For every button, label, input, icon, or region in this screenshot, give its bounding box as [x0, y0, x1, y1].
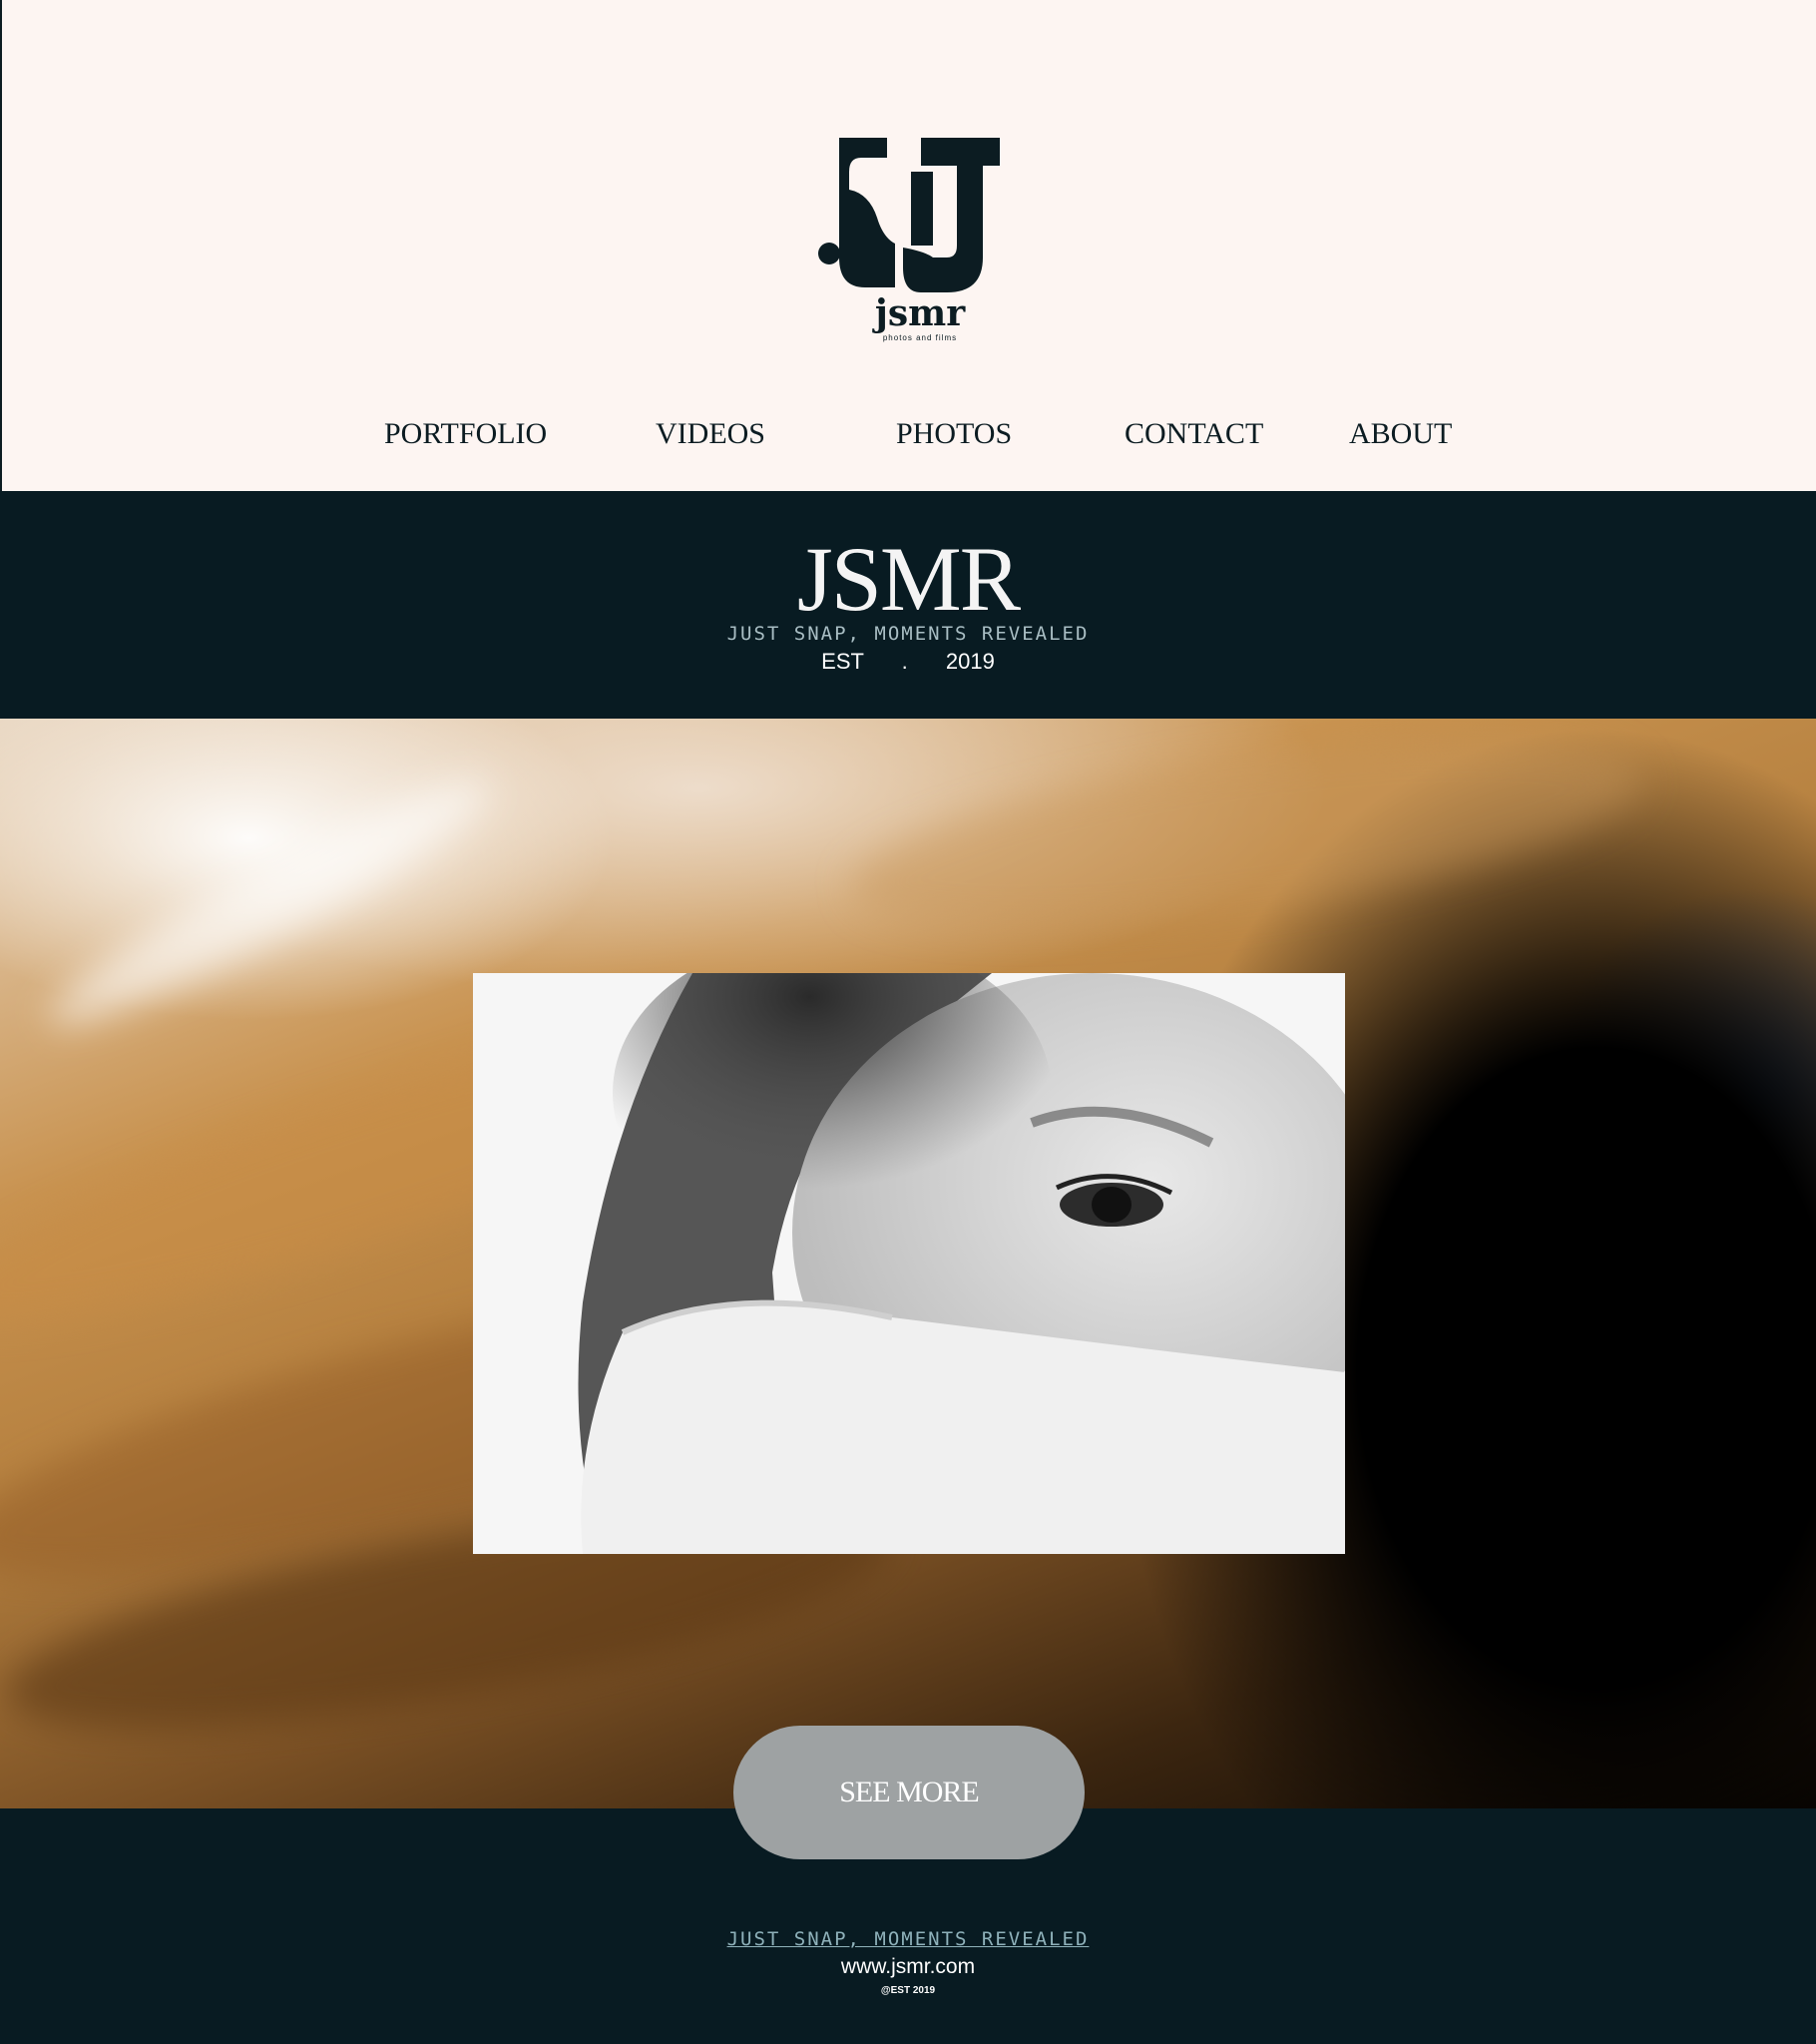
- nav-portfolio[interactable]: PORTFOLIO: [384, 417, 547, 451]
- footer-tagline-link[interactable]: JUST SNAP, MOMENTS REVEALED: [0, 1928, 1816, 1950]
- logo-wordmark: jsmr: [874, 292, 966, 334]
- footer-url: www.jsmr.com: [840, 1955, 976, 1978]
- see-more-button[interactable]: SEE MORE: [733, 1726, 1085, 1859]
- nav-photos[interactable]: PHOTOS: [896, 417, 1012, 451]
- portrait-photo-icon: [473, 973, 1345, 1554]
- footer-established: @EST 2019: [880, 1985, 936, 1996]
- site-header: jsmr photos and films PORTFOLIO VIDEOS P…: [0, 0, 1816, 491]
- jsmr-logo-icon[interactable]: [817, 128, 1002, 297]
- logo-subtitle: photos and films: [882, 333, 958, 342]
- nav-videos[interactable]: VIDEOS: [656, 417, 765, 451]
- brand-established: EST . 2019: [821, 649, 995, 674]
- featured-portrait-image[interactable]: [473, 973, 1345, 1554]
- nav-about[interactable]: ABOUT: [1349, 417, 1452, 451]
- nav-contact[interactable]: CONTACT: [1125, 417, 1263, 451]
- brand-tagline: JUST SNAP, MOMENTS REVEALED: [726, 623, 1090, 645]
- brand-title: JSMR: [796, 528, 1021, 630]
